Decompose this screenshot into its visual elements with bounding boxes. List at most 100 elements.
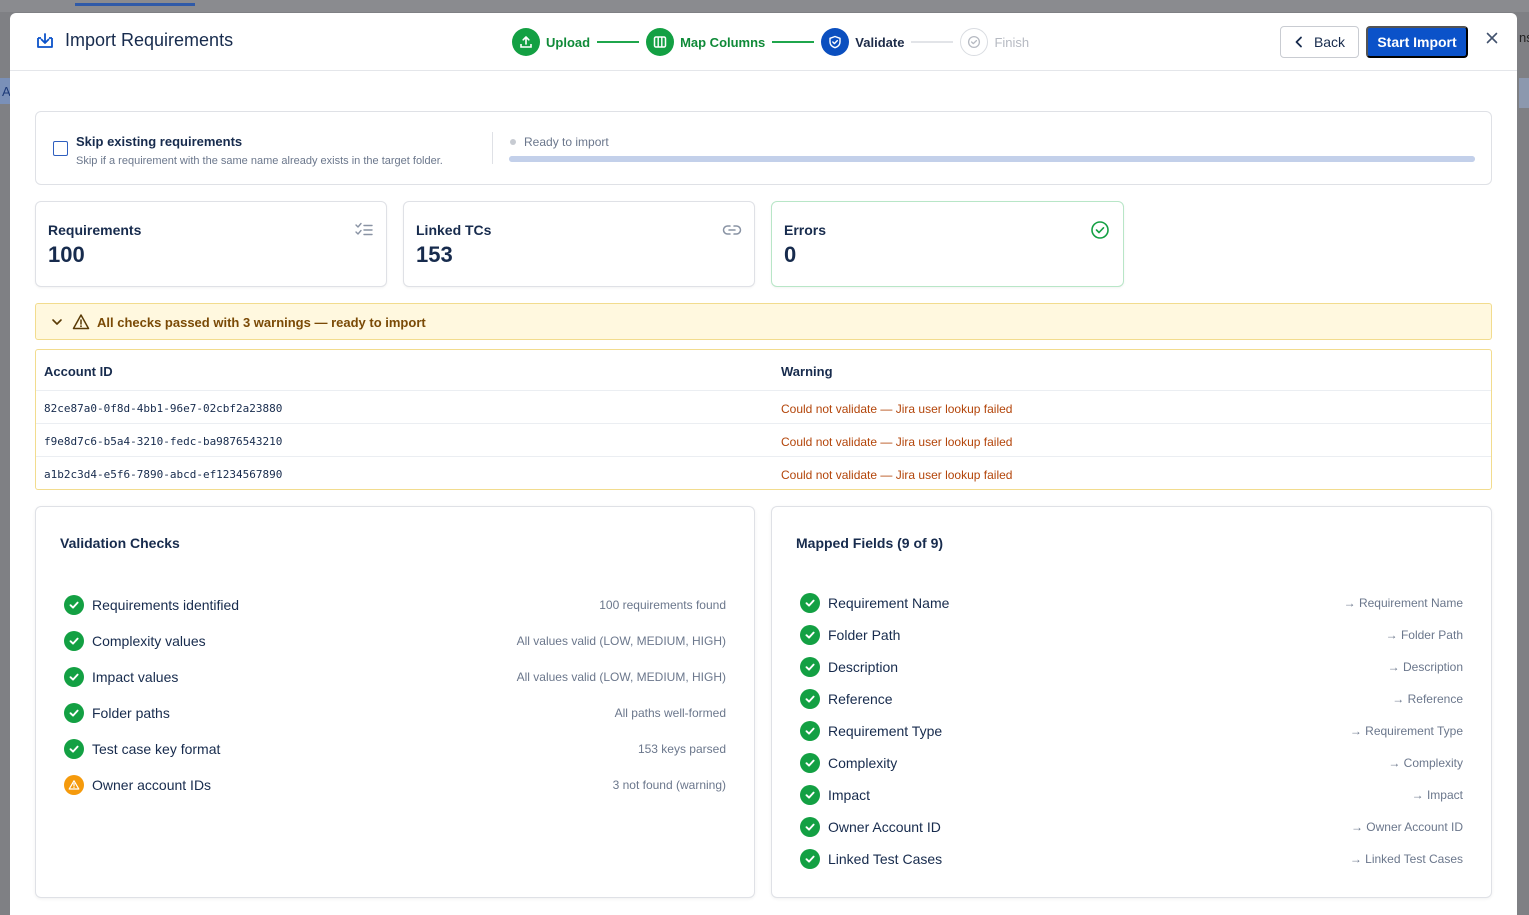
checklist-icon [355, 222, 373, 236]
status-dot [510, 139, 516, 145]
step-map-columns[interactable]: Map Columns [646, 28, 765, 56]
stat-label: Linked TCs [416, 222, 492, 238]
field-label: Impact [828, 787, 871, 803]
back-button[interactable]: Back [1280, 26, 1359, 58]
start-import-button[interactable]: Start Import [1366, 26, 1468, 58]
validation-check-row: Owner account IDs [64, 774, 211, 796]
check-detail: All values valid (LOW, MEDIUM, HIGH) [516, 670, 726, 684]
stat-value: 100 [48, 242, 85, 267]
check-circle-icon [800, 817, 820, 837]
field-target: → Complexity [1388, 756, 1463, 770]
check-detail: All values valid (LOW, MEDIUM, HIGH) [516, 634, 726, 648]
columns-icon [646, 28, 675, 56]
import-stepper: Upload Map Columns Validate Finish [512, 27, 1029, 57]
table-row: a1b2c3d4-e5f6-7890-abcd-ef1234567890 Cou… [36, 457, 1491, 490]
check-label: Impact values [92, 669, 179, 685]
divider [492, 132, 493, 164]
step-label-upload: Upload [546, 34, 591, 50]
check-label: Folder paths [92, 705, 170, 721]
validation-check-row: Folder paths [64, 702, 170, 724]
check-circle-icon [800, 625, 820, 645]
column-header-warning: Warning [781, 364, 833, 379]
warning-cell: Could not validate — Jira user lookup fa… [781, 468, 1013, 482]
validation-check-row: Complexity values [64, 630, 206, 652]
stat-value: 0 [784, 242, 797, 267]
skip-existing-label: Skip existing requirements [76, 134, 243, 149]
stat-label: Requirements [48, 222, 142, 238]
title-group: Import Requirements [35, 30, 233, 51]
import-progress-bar [509, 156, 1475, 162]
validation-check-row: Impact values [64, 666, 178, 688]
step-label-validate: Validate [855, 34, 905, 50]
step-finish[interactable]: Finish [960, 28, 1029, 56]
check-circle-icon [800, 849, 820, 869]
mapped-field-row: Description [800, 656, 898, 678]
table-row: 82ce87a0-0f8d-4bb1-96e7-02cbf2a23880 Cou… [36, 391, 1491, 424]
step-validate[interactable]: Validate [821, 28, 904, 56]
ready-status-text: Ready to import [524, 135, 609, 149]
check-label: Test case key format [92, 741, 221, 757]
field-target: → Reference [1392, 692, 1463, 706]
field-target: → Owner Account ID [1350, 820, 1463, 834]
import-modal: Import Requirements Upload Map Columns V… [10, 13, 1517, 915]
column-header-account-id: Account ID [44, 364, 113, 379]
field-label: Complexity [828, 755, 898, 771]
check-circle-icon [64, 703, 84, 723]
mapped-field-row: Requirement Name [800, 592, 949, 614]
panel-title: Validation Checks [60, 535, 180, 551]
modal-title: Import Requirements [65, 30, 234, 50]
mapped-field-row: Linked Test Cases [800, 848, 942, 870]
backdrop-right-block [1519, 78, 1529, 108]
skip-existing-checkbox[interactable] [53, 141, 68, 156]
warning-icon [64, 775, 84, 795]
check-label: Owner account IDs [92, 777, 212, 793]
table-row: f9e8d7c6-b5a4-3210-fedc-ba9876543210 Cou… [36, 424, 1491, 457]
check-label: Complexity values [92, 633, 206, 649]
step-upload[interactable]: Upload [512, 28, 590, 56]
mapped-fields-panel: Mapped Fields (9 of 9) Requirement Name →… [771, 506, 1492, 898]
check-circle-icon [800, 593, 820, 613]
warning-cell: Could not validate — Jira user lookup fa… [781, 435, 1013, 449]
field-label: Description [828, 659, 899, 675]
check-circle-icon [1091, 221, 1109, 239]
field-label: Requirement Name [828, 595, 950, 611]
stat-value: 153 [416, 242, 453, 267]
warning-icon [72, 314, 90, 330]
import-options-card: Skip existing requirements Skip if a req… [35, 111, 1492, 185]
step-connector [911, 41, 954, 43]
field-target: → Requirement Name [1343, 596, 1463, 610]
check-circle-icon [64, 595, 84, 615]
field-target: → Linked Test Cases [1349, 852, 1463, 866]
warning-cell: Could not validate — Jira user lookup fa… [781, 402, 1013, 416]
step-connector [772, 41, 815, 43]
stat-card-errors: Errors 0 [771, 201, 1124, 287]
check-circle-icon [64, 631, 84, 651]
stat-card-linked-tcs: Linked TCs 153 [403, 201, 755, 287]
stat-card-requirements: Requirements 100 [35, 201, 387, 287]
check-circle-icon [64, 667, 84, 687]
field-label: Linked Test Cases [828, 851, 943, 867]
step-label-map-columns: Map Columns [680, 34, 766, 50]
backdrop-right-edge: ns [1519, 30, 1529, 45]
check-circle-icon [800, 657, 820, 677]
chevron-left-icon [1295, 36, 1302, 48]
validation-check-row: Requirements identified [64, 594, 239, 616]
check-detail: 3 not found (warning) [612, 778, 726, 792]
check-circle-icon [800, 689, 820, 709]
mapped-field-row: Owner Account ID [800, 816, 941, 838]
check-circle-icon [960, 28, 989, 56]
warnings-table: Account ID Warning 82ce87a0-0f8d-4bb1-96… [35, 349, 1492, 490]
field-label: Requirement Type [828, 723, 943, 739]
warnings-banner[interactable]: All checks passed with 3 warnings — read… [35, 303, 1492, 340]
backdrop-left-edge: A [0, 78, 11, 104]
chevron-down-icon[interactable] [50, 315, 64, 329]
field-label: Folder Path [828, 627, 901, 643]
check-circle-icon [800, 785, 820, 805]
mapped-field-row: Requirement Type [800, 720, 942, 742]
step-label-finish: Finish [994, 34, 1030, 50]
close-icon[interactable] [1482, 28, 1502, 48]
panel-title: Mapped Fields (9 of 9) [796, 535, 944, 551]
mapped-field-row: Impact [800, 784, 870, 806]
mapped-field-row: Reference [800, 688, 893, 710]
check-label: Requirements identified [92, 597, 240, 613]
